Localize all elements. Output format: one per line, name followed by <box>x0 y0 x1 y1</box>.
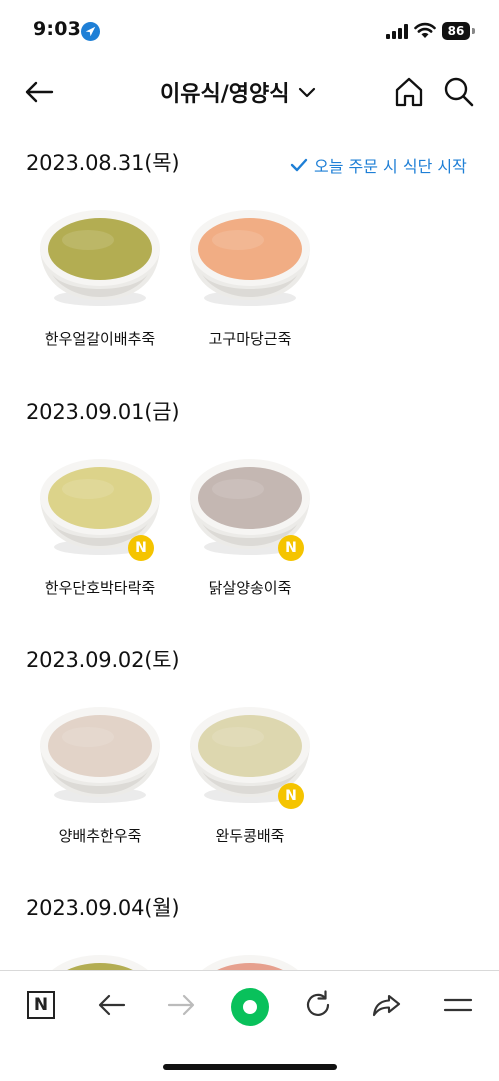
refresh-icon[interactable] <box>300 987 336 1023</box>
browser-forward-icon[interactable] <box>163 987 199 1023</box>
start-meal-plan-label: 오늘 주문 시 식단 시작 <box>314 157 467 176</box>
signal-icon <box>386 24 408 39</box>
meal-name: 한우단호박타락죽 <box>44 579 156 597</box>
category-dropdown[interactable]: 이유식/영양식 <box>160 76 317 108</box>
location-arrow-icon <box>81 22 100 41</box>
check-icon <box>290 158 308 172</box>
meal-name: 고구마당근죽 <box>208 330 292 348</box>
chevron-down-icon <box>299 87 316 98</box>
day-date: 2023.08.31(목) <box>26 151 180 175</box>
day-date: 2023.09.01(금) <box>26 400 180 424</box>
new-badge: N <box>278 783 304 809</box>
meal-name: 양배추한우죽 <box>58 827 142 845</box>
bowl-image <box>180 200 320 310</box>
status-bar: 9:03 86 <box>0 0 499 60</box>
status-time: 9:03 <box>33 18 82 40</box>
new-badge: N <box>128 535 154 561</box>
day-date: 2023.09.02(토) <box>26 648 180 672</box>
soup-bowl-graphic <box>190 210 310 306</box>
naver-n-icon[interactable]: N <box>27 991 55 1019</box>
browser-back-icon[interactable] <box>94 987 130 1023</box>
search-icon[interactable] <box>442 75 476 109</box>
soup-bowl-graphic <box>40 210 160 306</box>
meal-name: 완두콩배죽 <box>215 827 285 845</box>
battery-level: 86 <box>442 22 470 40</box>
wifi-icon <box>414 22 436 38</box>
meal-name: 한우얼갈이배추죽 <box>44 330 156 348</box>
naver-green-icon[interactable] <box>231 988 269 1026</box>
soup-bowl-graphic <box>40 707 160 803</box>
day-date: 2023.09.04(월) <box>26 896 180 920</box>
new-badge: N <box>278 535 304 561</box>
share-icon[interactable] <box>369 987 405 1023</box>
bowl-image <box>30 200 170 310</box>
home-icon[interactable] <box>392 75 426 109</box>
menu-icon[interactable] <box>440 987 476 1023</box>
start-meal-plan-link[interactable]: 오늘 주문 시 식단 시작 <box>290 153 467 177</box>
meal-name: 닭살양송이죽 <box>208 579 292 597</box>
page-header: 이유식/영양식 <box>0 62 499 122</box>
battery-tip <box>472 28 475 34</box>
back-arrow-icon[interactable] <box>22 76 56 108</box>
page-title: 이유식/영양식 <box>160 82 290 107</box>
home-indicator <box>163 1064 337 1070</box>
bowl-image <box>30 697 170 807</box>
battery-icon: 86 <box>442 22 476 40</box>
